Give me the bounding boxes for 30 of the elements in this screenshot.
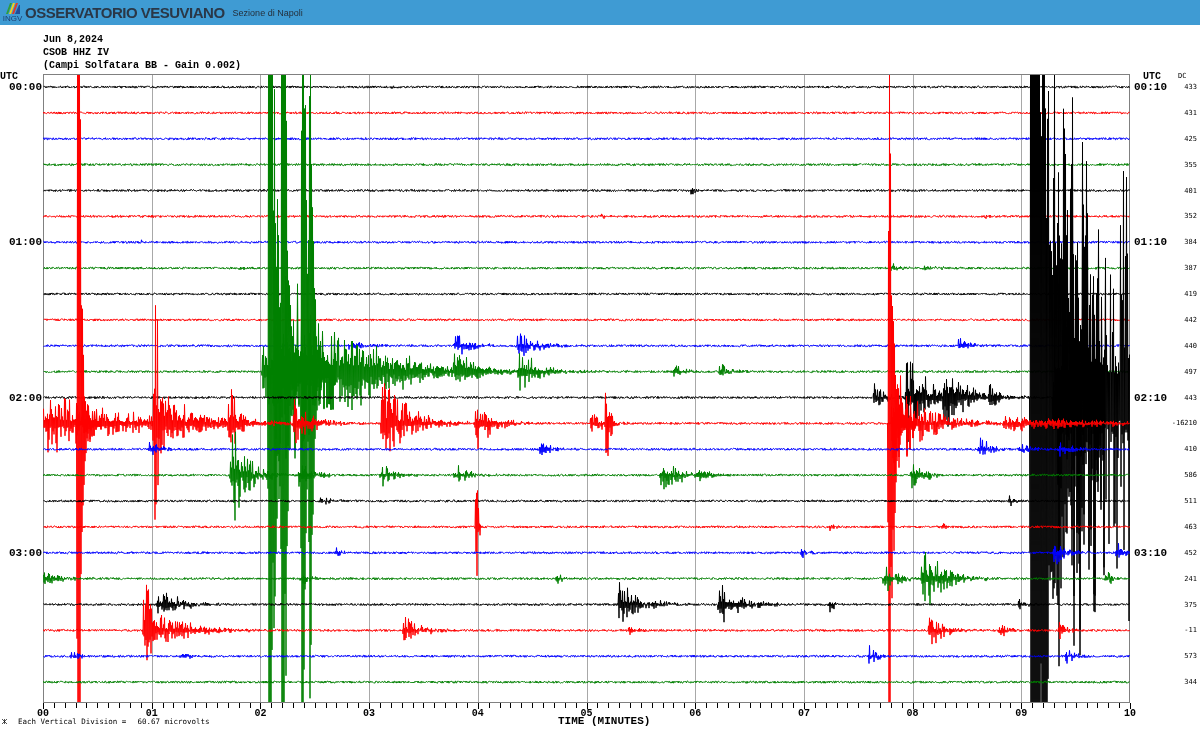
date-label: Jun 8,2024 xyxy=(43,33,103,46)
station-label: CSOB HHZ IV xyxy=(43,46,109,59)
time-label: 03:00 xyxy=(9,546,42,559)
tick-label: 09 xyxy=(1015,707,1028,716)
tick-label: 02 xyxy=(254,707,267,716)
time-label: 02:00 xyxy=(9,391,42,404)
time-label: 01:00 xyxy=(9,236,42,249)
tick-label: 10 xyxy=(1124,707,1136,716)
time-label: 03:10 xyxy=(1134,546,1167,559)
tick-label: 07 xyxy=(797,707,810,716)
tick-label: 08 xyxy=(906,707,919,716)
site-title: OSSERVATORIO VESUVIANO xyxy=(25,3,225,22)
axis-title: TIME (MINUTES) xyxy=(558,716,651,727)
tick-label: 06 xyxy=(689,707,702,716)
logo-icon xyxy=(5,2,20,14)
time-label: 01:10 xyxy=(1134,236,1167,249)
tick-label: 03 xyxy=(363,707,376,716)
tick-label: 01 xyxy=(145,707,158,716)
timezone-label: UTC xyxy=(1143,72,1161,81)
logo-text: INGV xyxy=(2,13,23,23)
station-description: (Campi Solfatara BB - Gain 0.002) xyxy=(43,59,242,72)
time-label: 02:10 xyxy=(1134,391,1167,404)
tick-label: 05 xyxy=(580,707,593,716)
time-label: 00:00 xyxy=(9,81,42,93)
time-label: 00:10 xyxy=(1134,81,1167,93)
asterisk-icon xyxy=(2,719,7,724)
tick-label: 00 xyxy=(37,707,49,716)
timezone-label: UTC xyxy=(0,72,18,81)
site-subtitle: Sezione di Napoli xyxy=(232,6,303,19)
tick-label: 04 xyxy=(471,707,484,716)
